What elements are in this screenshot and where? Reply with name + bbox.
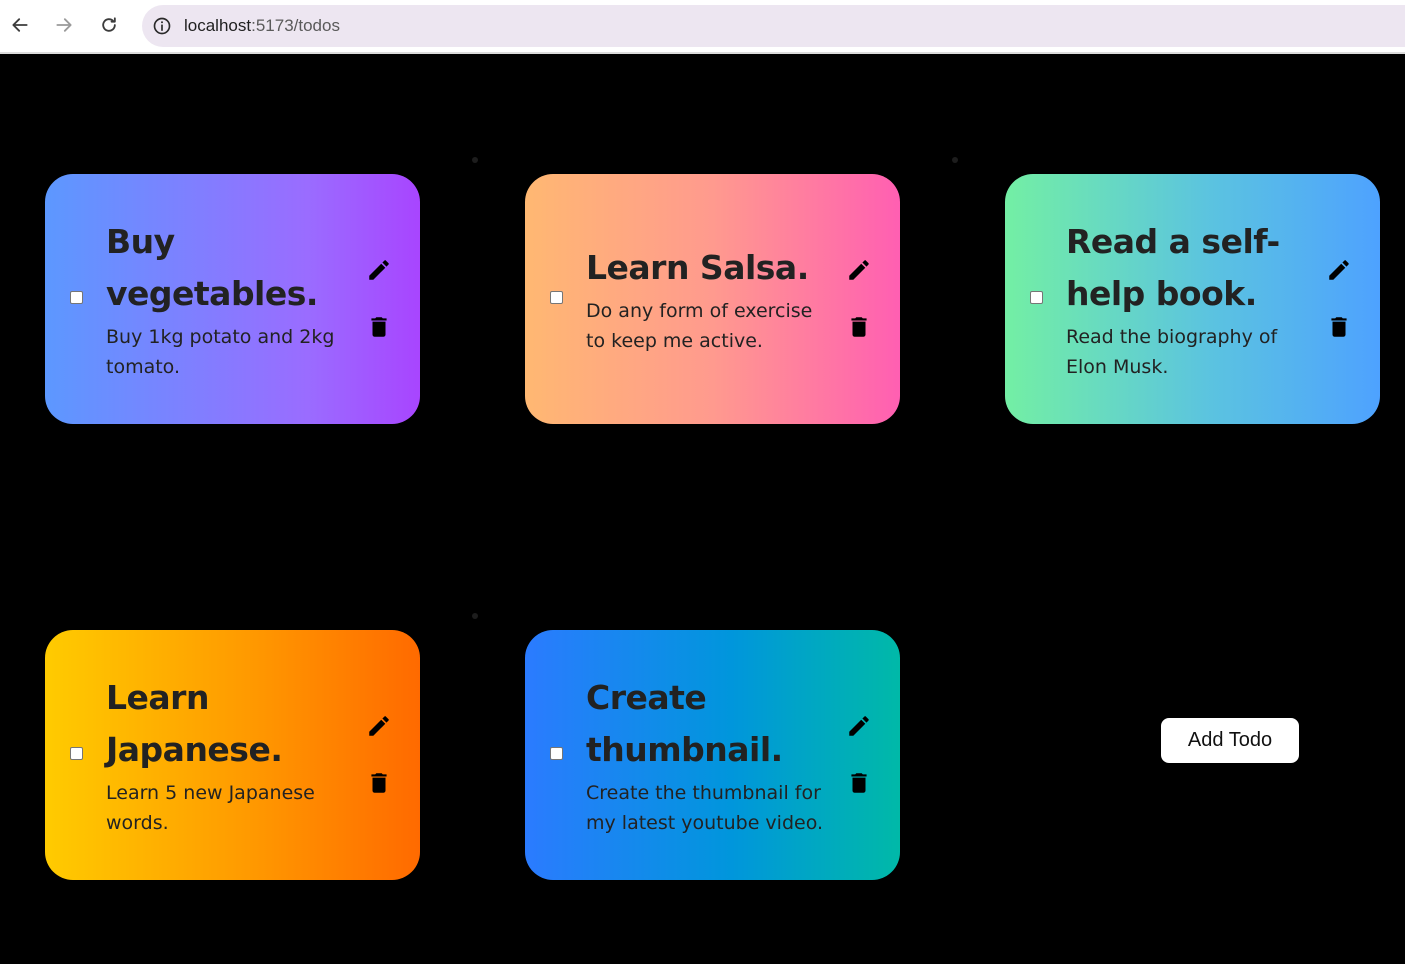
todo-card: Read a self-help book. Read the biograph… (1005, 174, 1380, 424)
todo-description: Buy 1kg potato and 2kg tomato. (106, 326, 335, 378)
todo-content: Learn Japanese. Learn 5 new Japanese wor… (106, 630, 346, 880)
todo-checkbox[interactable] (70, 747, 83, 760)
browser-toolbar: localhost:5173/todos (0, 0, 1405, 54)
url-path: :5173/todos (251, 16, 340, 35)
todo-checkbox[interactable] (550, 291, 563, 304)
todo-card: Buy vegetables. Buy 1kg potato and 2kg t… (45, 174, 420, 424)
pencil-icon[interactable] (845, 712, 873, 740)
trash-icon[interactable] (365, 313, 393, 341)
pencil-icon[interactable] (845, 256, 873, 284)
url-host: localhost (184, 16, 252, 35)
decorative-dot (952, 157, 958, 163)
todo-content: Learn Salsa. Do any form of exercise to … (586, 174, 826, 424)
reload-icon[interactable] (95, 11, 123, 39)
forward-arrow-icon[interactable] (50, 11, 78, 39)
todo-card: Create thumbnail. Create the thumbnail f… (525, 630, 900, 880)
todo-title: Learn Salsa. (586, 248, 809, 287)
address-bar[interactable]: localhost:5173/todos (142, 5, 1405, 47)
site-info-icon[interactable] (152, 16, 172, 36)
trash-icon[interactable] (845, 313, 873, 341)
trash-icon[interactable] (1325, 313, 1353, 341)
todo-description: Create the thumbnail for my latest youtu… (586, 782, 824, 834)
pencil-icon[interactable] (365, 712, 393, 740)
todo-description: Learn 5 new Japanese words. (106, 782, 315, 834)
todo-description: Read the biography of Elon Musk. (1066, 326, 1278, 378)
trash-icon[interactable] (845, 769, 873, 797)
todo-description: Do any form of exercise to keep me activ… (586, 300, 813, 352)
todo-title: Read a self-help book. (1066, 222, 1280, 313)
add-todo-button[interactable]: Add Todo (1161, 718, 1299, 763)
back-arrow-icon[interactable] (6, 11, 34, 39)
todo-content: Buy vegetables. Buy 1kg potato and 2kg t… (106, 174, 346, 424)
decorative-dot (472, 157, 478, 163)
todo-checkbox[interactable] (550, 747, 563, 760)
todo-checkbox[interactable] (70, 291, 83, 304)
pencil-icon[interactable] (365, 256, 393, 284)
todo-content: Create thumbnail. Create the thumbnail f… (586, 630, 826, 880)
todo-title: Learn Japanese. (106, 678, 283, 769)
todo-title: Buy vegetables. (106, 222, 318, 313)
decorative-dot (472, 613, 478, 619)
pencil-icon[interactable] (1325, 256, 1353, 284)
todo-card: Learn Japanese. Learn 5 new Japanese wor… (45, 630, 420, 880)
todo-title: Create thumbnail. (586, 678, 783, 769)
todo-content: Read a self-help book. Read the biograph… (1066, 174, 1306, 424)
todo-checkbox[interactable] (1030, 291, 1043, 304)
todo-card: Learn Salsa. Do any form of exercise to … (525, 174, 900, 424)
trash-icon[interactable] (365, 769, 393, 797)
